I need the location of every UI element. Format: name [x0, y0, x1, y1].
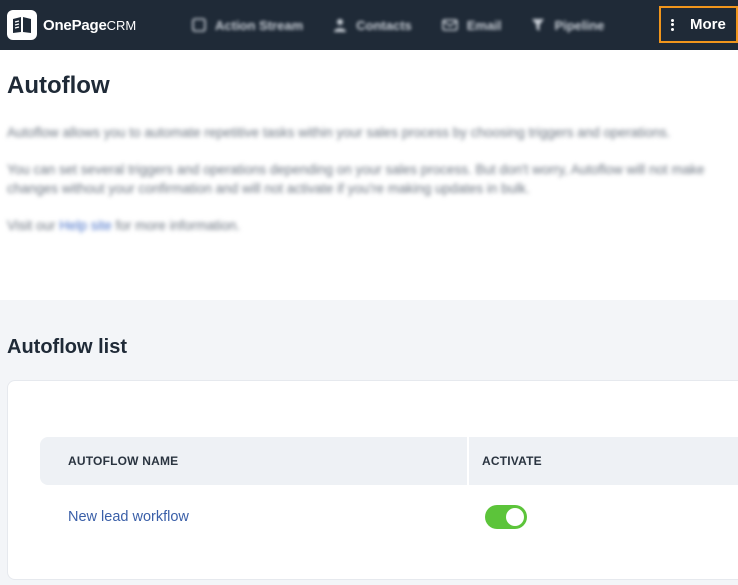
intro-paragraph-2-line-1: You can set several triggers and operati…: [7, 162, 705, 177]
autoflow-name-link[interactable]: New lead workflow: [68, 509, 189, 525]
more-menu-button[interactable]: More: [659, 6, 738, 43]
column-divider: [467, 437, 469, 485]
column-header-activate: ACTIVATE: [482, 454, 542, 468]
toggle-knob: [506, 508, 524, 526]
help-suffix: for more information.: [111, 218, 241, 233]
intro-text: Autoflow allows you to automate repetiti…: [7, 123, 738, 253]
action-stream-icon: [192, 18, 206, 32]
top-navigation-bar: OnePage CRM Action Stream Contacts Email …: [0, 0, 738, 50]
autoflow-list-section: Autoflow list AUTOFLOW NAME ACTIVATE New…: [0, 300, 738, 585]
onepage-logo-icon: [7, 10, 37, 40]
funnel-icon: [532, 19, 545, 31]
table-header: AUTOFLOW NAME ACTIVATE: [40, 437, 738, 485]
autoflow-list-card: AUTOFLOW NAME ACTIVATE New lead workflow: [7, 380, 738, 580]
page-title: Autoflow: [7, 72, 110, 99]
main-nav: Action Stream Contacts Email Pipeline: [192, 0, 634, 50]
help-prefix: Visit our: [7, 218, 60, 233]
activate-toggle[interactable]: [485, 505, 527, 529]
intro-paragraph-2-line-2: changes without your confirmation and wi…: [7, 181, 530, 196]
nav-item-action-stream[interactable]: Action Stream: [192, 18, 303, 33]
intro-paragraph-3: Visit our Help site for more information…: [7, 216, 738, 235]
more-label: More: [690, 16, 726, 33]
intro-paragraph-2: You can set several triggers and operati…: [7, 160, 738, 198]
nav-item-label: Contacts: [356, 17, 412, 33]
intro-paragraph-1: Autoflow allows you to automate repetiti…: [7, 125, 671, 140]
nav-item-pipeline[interactable]: Pipeline: [531, 18, 604, 33]
nav-item-label: Email: [466, 17, 502, 33]
person-icon: [334, 19, 347, 32]
autoflow-list-title: Autoflow list: [7, 336, 127, 358]
nav-item-label: Action Stream: [215, 17, 304, 33]
nav-item-label: Pipeline: [554, 17, 605, 33]
help-site-link[interactable]: Help site: [59, 218, 112, 233]
more-vertical-icon: [671, 18, 674, 31]
column-header-autoflow-name: AUTOFLOW NAME: [68, 454, 179, 468]
email-icon: [441, 19, 458, 31]
brand-suffix: CRM: [106, 17, 137, 33]
nav-item-contacts[interactable]: Contacts: [333, 18, 412, 33]
nav-item-email[interactable]: Email: [441, 17, 502, 33]
brand[interactable]: OnePage CRM: [7, 0, 136, 50]
brand-name: OnePage: [43, 16, 107, 34]
